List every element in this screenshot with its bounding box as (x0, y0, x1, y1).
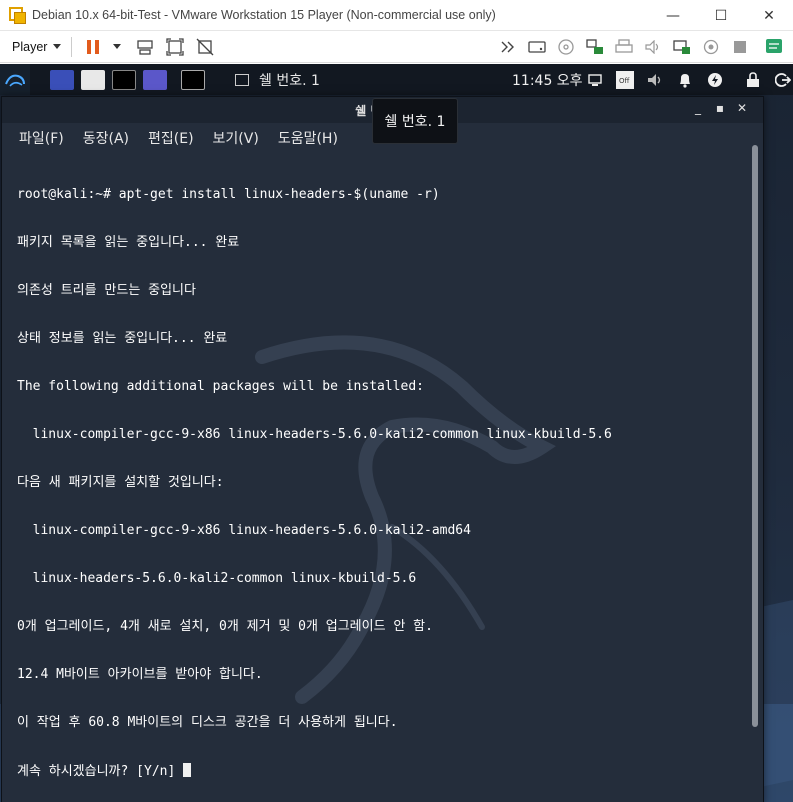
taskbar-tooltip: 쉘 번호. 1 (372, 98, 458, 144)
printer-2-icon[interactable] (729, 36, 751, 58)
menu-action[interactable]: 동장(A) (83, 128, 129, 148)
terminal-line: linux-headers-5.6.0-kali2-common linux-k… (17, 571, 417, 586)
panel-clock[interactable]: 11:45 오후 (512, 70, 583, 90)
system-tray: Off (584, 69, 793, 91)
terminal-line: root@kali:~# apt-get install linux-heade… (17, 187, 440, 202)
terminal-cursor (183, 763, 192, 777)
forward-icon[interactable] (497, 36, 519, 58)
menu-file[interactable]: 파일(F) (19, 128, 64, 148)
terminal-line: 다음 새 패키지를 설치할 것입니다: (17, 475, 224, 490)
terminal-close-button[interactable]: ✕ (731, 101, 753, 115)
terminal-window-controls: _ ▪ ✕ (687, 101, 753, 115)
terminal-prompt-text: 계속 하시겠습니까? [Y/n] (17, 764, 184, 779)
terminal-line: The following additional packages will b… (17, 379, 424, 394)
taskbar-terminal-button[interactable]: 쉘 번호. 1 (223, 64, 332, 95)
send-ctrl-alt-del-icon[interactable] (134, 36, 156, 58)
display-icon[interactable] (584, 69, 606, 91)
guest-desktop: 쉘 번호. 1 11:45 오후 Off 쉘 번호. 1 _ ▪ ✕ 파일(F)… (0, 64, 793, 802)
terminal-output[interactable]: root@kali:~# apt-get install linux-heade… (17, 155, 737, 800)
hard-disk-icon[interactable] (526, 36, 548, 58)
vmware-app-icon (9, 7, 26, 24)
terminal-line: linux-compiler-gcc-9-x86 linux-headers-5… (17, 427, 612, 442)
files-icon[interactable] (81, 69, 105, 90)
taskbar-terminal-label: 쉘 번호. 1 (259, 72, 320, 89)
volume-icon[interactable] (644, 69, 666, 91)
device-icons (490, 36, 785, 58)
terminal-small-icon (235, 73, 249, 86)
minimize-button[interactable]: — (649, 0, 697, 31)
cd-dvd-icon[interactable] (555, 36, 577, 58)
printer-icon[interactable] (613, 36, 635, 58)
pause-dropdown-icon[interactable] (112, 36, 122, 58)
menu-help[interactable]: 도움말(H) (278, 128, 338, 148)
pause-icon[interactable] (82, 36, 104, 58)
camera-icon[interactable] (700, 36, 722, 58)
message-icon[interactable] (763, 36, 785, 58)
unity-icon[interactable] (194, 36, 216, 58)
window-title: Debian 10.x 64-bit-Test - VMware Worksta… (32, 8, 496, 22)
terminal-maximize-button[interactable]: ▪ (709, 101, 731, 115)
maximize-button[interactable]: ☐ (697, 0, 745, 31)
terminal-line: 패키지 목록을 읽는 중입니다... 완료 (17, 235, 240, 250)
lock-icon[interactable] (742, 69, 764, 91)
terminal-line: 상태 정보를 읽는 중입니다... 완료 (17, 331, 228, 346)
vmware-titlebar: Debian 10.x 64-bit-Test - VMware Worksta… (0, 0, 793, 31)
network-icon[interactable] (584, 36, 606, 58)
svg-text:Off: Off (619, 77, 630, 85)
logout-icon[interactable] (772, 69, 793, 91)
terminal-line: linux-compiler-gcc-9-x86 linux-headers-5… (17, 523, 471, 538)
workspace-switcher-icon[interactable] (50, 69, 74, 90)
terminal-line: 의존성 트리를 만드는 중입니다 (17, 283, 196, 298)
player-menu-button[interactable]: Player (12, 39, 62, 54)
terminal-prompt-line: 계속 하시겠습니까? [Y/n] (17, 763, 737, 779)
menu-edit[interactable]: 편집(E) (148, 128, 194, 148)
terminal-scrollbar[interactable] (752, 145, 758, 727)
active-terminal-icon[interactable] (181, 69, 205, 90)
sound-icon[interactable] (642, 36, 664, 58)
toolbar-divider (71, 36, 73, 57)
player-menu-label: Player (12, 39, 48, 54)
notification-bell-icon[interactable] (674, 69, 696, 91)
terminal-window[interactable]: 쉘 번호. 1 _ ▪ ✕ 파일(F) 동장(A) 편집(E) 보기(V) 도움… (1, 96, 764, 802)
terminal-line: 0개 업그레이드, 4개 새로 설치, 0개 제거 및 0개 업그레이드 안 함… (17, 619, 433, 634)
screenshot-icon[interactable] (143, 69, 167, 90)
terminal-minimize-button[interactable]: _ (687, 101, 709, 115)
close-button[interactable]: ✕ (745, 0, 793, 31)
power-manager-icon[interactable] (704, 69, 726, 91)
terminal-line: 12.4 M바이트 아카이브를 받아야 합니다. (17, 667, 263, 682)
usb-device-icon[interactable] (671, 36, 693, 58)
kali-top-panel: 쉘 번호. 1 11:45 오후 Off (0, 64, 793, 95)
vmware-toolbar: Player (0, 31, 793, 63)
terminal-line: 이 작업 후 60.8 M바이트의 디스크 공간을 더 사용하게 됩니다. (17, 715, 398, 730)
terminal-launcher-icon[interactable] (112, 69, 136, 90)
window-controls: — ☐ ✕ (649, 0, 793, 31)
menu-view[interactable]: 보기(V) (213, 128, 259, 148)
keyboard-layout-icon[interactable]: Off (614, 69, 636, 91)
fit-guest-icon[interactable] (164, 36, 186, 58)
chevron-down-icon (53, 44, 62, 49)
kali-menu-icon[interactable] (0, 64, 30, 95)
